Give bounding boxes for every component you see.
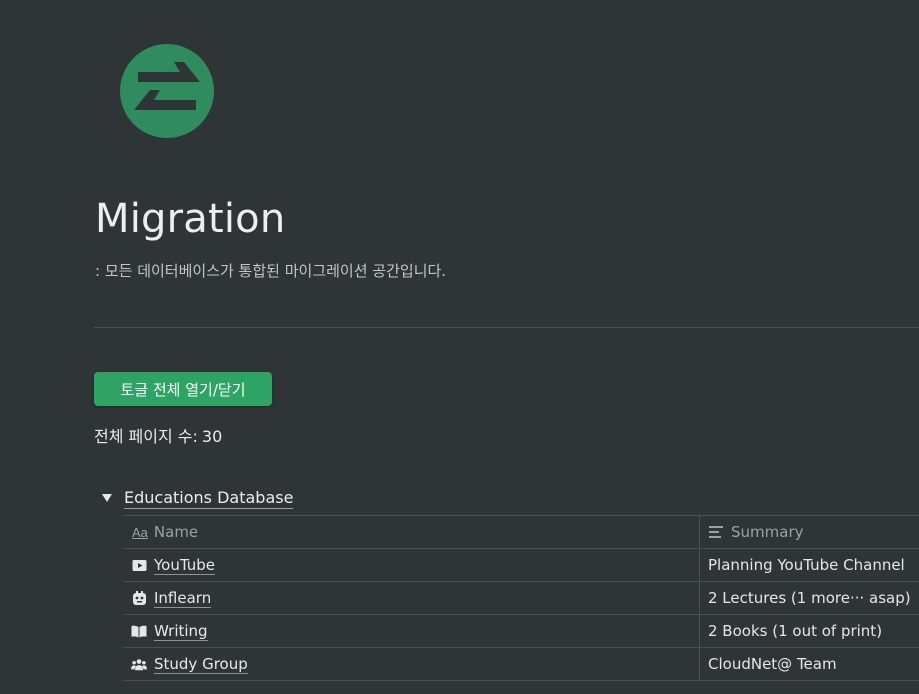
page-title: Migration <box>95 196 286 242</box>
row-summary[interactable]: CloudNet@ Team <box>700 648 919 680</box>
column-header-summary-label: Summary <box>731 523 804 541</box>
page-count-value: 30 <box>201 427 223 446</box>
toggle-all-button[interactable]: 토글 전체 열기/닫기 <box>94 372 272 406</box>
column-header-name-label: Name <box>153 523 199 541</box>
open-book-icon <box>131 623 147 639</box>
column-header-name[interactable]: Aa Name <box>124 516 700 548</box>
database-table: Aa Name Summary YouTube Planning YouTube… <box>124 515 919 681</box>
play-video-icon <box>131 557 147 573</box>
database-toggle: Educations Database <box>100 486 294 510</box>
row-name-link[interactable]: Inflearn <box>154 589 212 608</box>
text-lines-icon <box>708 524 724 540</box>
page-subtitle: : 모든 데이터베이스가 통합된 마이그레이션 공간입니다. <box>95 262 447 280</box>
arrows-exchange-icon[interactable] <box>118 42 216 140</box>
row-name-link[interactable]: Writing <box>154 622 208 641</box>
table-row: Study Group CloudNet@ Team <box>124 647 919 681</box>
row-name-link[interactable]: YouTube <box>154 556 215 575</box>
robot-face-icon <box>131 590 147 606</box>
table-header-row: Aa Name Summary <box>124 515 919 548</box>
row-name-link[interactable]: Study Group <box>154 655 248 674</box>
row-summary[interactable]: 2 Books (1 out of print) <box>700 615 919 647</box>
table-row: Inflearn 2 Lectures (1 more··· asap) <box>124 581 919 614</box>
notion-page: Migration : 모든 데이터베이스가 통합된 마이그레이션 공간입니다.… <box>0 0 919 694</box>
table-row: YouTube Planning YouTube Channel <box>124 548 919 581</box>
triangle-down-icon[interactable] <box>100 491 114 505</box>
row-summary[interactable]: Planning YouTube Channel <box>700 549 919 581</box>
people-group-icon <box>131 656 147 672</box>
page-count: 전체 페이지 수: 30 <box>94 423 222 447</box>
page-count-label: 전체 페이지 수: <box>94 427 198 446</box>
text-type-icon: Aa <box>132 524 148 540</box>
divider <box>94 327 919 328</box>
row-summary[interactable]: 2 Lectures (1 more··· asap) <box>700 582 919 614</box>
table-row: Writing 2 Books (1 out of print) <box>124 614 919 647</box>
database-title-link[interactable]: Educations Database <box>124 488 294 509</box>
column-header-summary[interactable]: Summary <box>700 516 919 548</box>
